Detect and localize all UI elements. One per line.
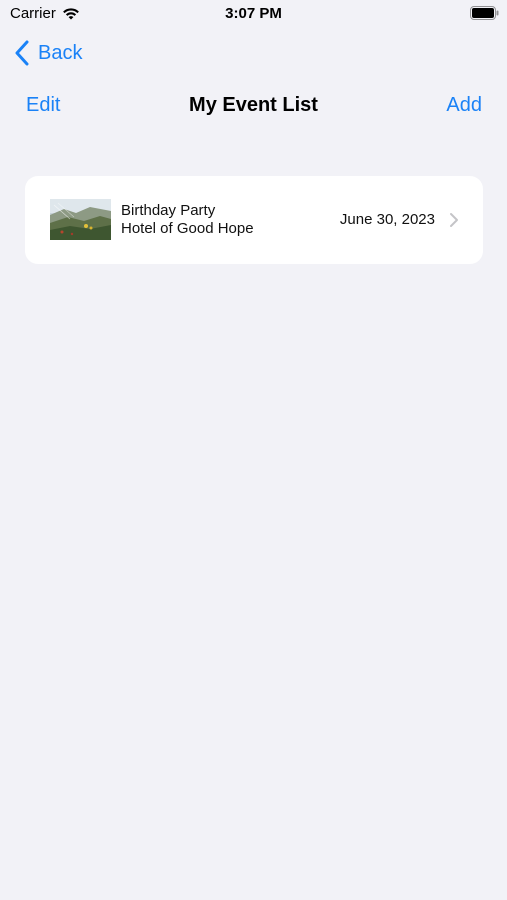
event-list: Birthday Party Hotel of Good Hope June 3… — [25, 176, 483, 264]
event-date: June 30, 2023 — [339, 211, 435, 228]
event-details: Birthday Party Hotel of Good Hope — [121, 202, 254, 238]
event-thumbnail — [50, 199, 111, 240]
page-title: My Event List — [189, 94, 318, 116]
chevron-right-icon — [450, 213, 458, 227]
status-bar: Carrier 3:07 PM — [0, 0, 507, 28]
chevron-left-icon — [15, 40, 29, 66]
event-name: Birthday Party — [121, 202, 216, 219]
add-button[interactable]: Add — [446, 94, 482, 117]
back-button[interactable]: Back — [14, 38, 82, 68]
back-label: Back — [38, 41, 83, 64]
status-time: 3:07 PM — [225, 5, 282, 22]
event-location: Hotel of Good Hope — [121, 220, 254, 237]
battery-icon — [470, 6, 499, 20]
list-item[interactable]: Birthday Party Hotel of Good Hope June 3… — [25, 176, 483, 264]
